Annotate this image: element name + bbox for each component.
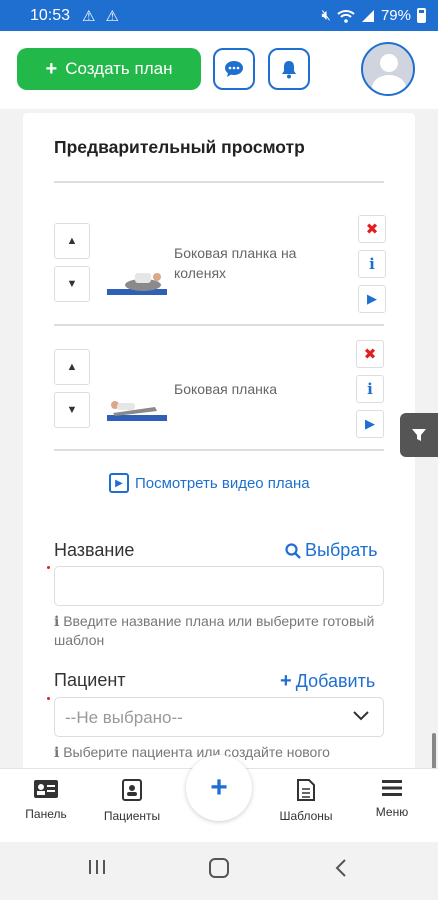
plus-icon: + [280, 670, 292, 692]
top-bar: + Создать план [0, 31, 438, 109]
play-button[interactable]: ▶ [358, 285, 386, 313]
info-icon: i [54, 745, 60, 761]
play-box-icon: ▶ [109, 473, 129, 493]
bottom-nav: Панель Пациенты + Шаблоны Меню [0, 755, 438, 842]
warning-icon: ⚠ [82, 7, 96, 25]
preview-title: Предварительный просмотр [54, 137, 305, 157]
back-icon [335, 859, 346, 877]
exercise-name: Боковая планка на коленях [174, 245, 297, 281]
dashboard-icon [34, 780, 58, 798]
chevron-down-icon [353, 708, 369, 724]
add-fab-button[interactable]: + [186, 755, 252, 821]
arrow-down-icon: ▼ [66, 404, 78, 416]
name-hint: i Введите название плана или выберите го… [54, 612, 384, 649]
avatar-body [372, 75, 406, 94]
patient-label: Пациент [54, 670, 126, 690]
scrollbar[interactable] [432, 733, 436, 769]
filter-button[interactable] [400, 413, 438, 457]
exercise-thumbnail [107, 401, 167, 421]
patient-select[interactable]: --Не выбрано-- [54, 697, 384, 737]
info-button[interactable]: i [356, 375, 384, 403]
required-marker [47, 566, 50, 569]
info-icon: i [369, 255, 375, 273]
chat-icon [225, 61, 243, 77]
arrow-down-icon: ▼ [66, 278, 78, 290]
mute-icon: 🔇︎ [321, 7, 331, 24]
nav-dashboard[interactable]: Панель [6, 779, 86, 821]
nav-menu[interactable]: Меню [352, 779, 432, 819]
remove-button[interactable]: ✖ [358, 215, 386, 243]
info-icon: i [54, 614, 60, 630]
nav-templates-label: Шаблоны [279, 809, 333, 823]
templates-icon [297, 779, 315, 801]
divider [54, 449, 384, 451]
nav-patients-label: Пациенты [103, 809, 161, 823]
arrow-up-icon: ▲ [66, 361, 78, 373]
play-icon: ▶ [365, 416, 375, 431]
info-button[interactable]: i [358, 250, 386, 278]
create-plan-button[interactable]: + Создать план [17, 48, 201, 90]
filter-icon [412, 429, 426, 441]
avatar[interactable] [361, 42, 415, 96]
play-button[interactable]: ▶ [356, 410, 384, 438]
exercise-name: Боковая планка [174, 381, 278, 397]
plus-icon: + [210, 771, 228, 804]
divider [54, 181, 384, 183]
patient-hint-text: Выберите пациента или создайте нового [63, 744, 330, 760]
nav-dashboard-label: Панель [25, 807, 67, 821]
plus-icon: + [45, 57, 58, 80]
name-hint-text: Введите название плана или выберите гото… [54, 613, 375, 648]
add-patient-button[interactable]: + Добавить [280, 670, 375, 693]
create-plan-label: Создать план [65, 59, 173, 78]
back-button[interactable] [334, 858, 348, 884]
arrow-up-icon: ▲ [66, 235, 78, 247]
signal-icon [361, 9, 374, 22]
choose-template-button[interactable]: Выбрать [285, 540, 378, 561]
play-icon: ▶ [367, 291, 377, 306]
name-label: Название [54, 540, 135, 560]
chat-button[interactable] [213, 48, 255, 90]
recent-apps-icon [89, 860, 105, 874]
notifications-button[interactable] [268, 48, 310, 90]
patients-icon [122, 779, 142, 801]
nav-templates[interactable]: Шаблоны [266, 779, 346, 823]
choose-template-label: Выбрать [305, 540, 378, 560]
move-up-button[interactable]: ▲ [54, 349, 90, 385]
watch-video-label: Посмотреть видео плана [135, 474, 310, 492]
watch-video-link[interactable]: ▶ Посмотреть видео плана [109, 473, 310, 493]
required-marker [47, 697, 50, 700]
bell-icon [282, 61, 296, 79]
patient-select-value: --Не выбрано-- [65, 708, 183, 727]
close-icon: ✖ [363, 346, 377, 363]
divider [54, 324, 384, 326]
remove-button[interactable]: ✖ [356, 340, 384, 368]
avatar-head [380, 54, 398, 72]
status-time: 10:53 [30, 6, 71, 24]
wifi-icon [337, 9, 355, 23]
battery-percent: 79% [380, 7, 411, 24]
info-icon: i [367, 380, 373, 398]
battery-icon [417, 8, 426, 23]
home-button[interactable] [208, 858, 230, 884]
system-nav-bar [0, 842, 438, 900]
plan-card: Предварительный просмотр ▲ ▼ Боковая пла… [23, 113, 415, 773]
nav-menu-label: Меню [375, 805, 409, 819]
add-patient-label: Добавить [295, 671, 376, 691]
home-icon [209, 858, 229, 878]
exercise-thumbnail [107, 273, 167, 295]
move-down-button[interactable]: ▼ [54, 392, 90, 428]
warning-icon: ⚠ [105, 7, 119, 25]
move-down-button[interactable]: ▼ [54, 266, 90, 302]
recent-apps-button[interactable] [87, 858, 107, 882]
move-up-button[interactable]: ▲ [54, 223, 90, 259]
plan-name-input[interactable] [54, 566, 384, 606]
search-icon [285, 542, 301, 559]
nav-patients[interactable]: Пациенты [92, 779, 172, 823]
status-bar: 10:53 ⚠ ⚠ 🔇︎ 79% [0, 0, 438, 31]
close-icon: ✖ [365, 221, 379, 238]
menu-icon [382, 780, 402, 796]
